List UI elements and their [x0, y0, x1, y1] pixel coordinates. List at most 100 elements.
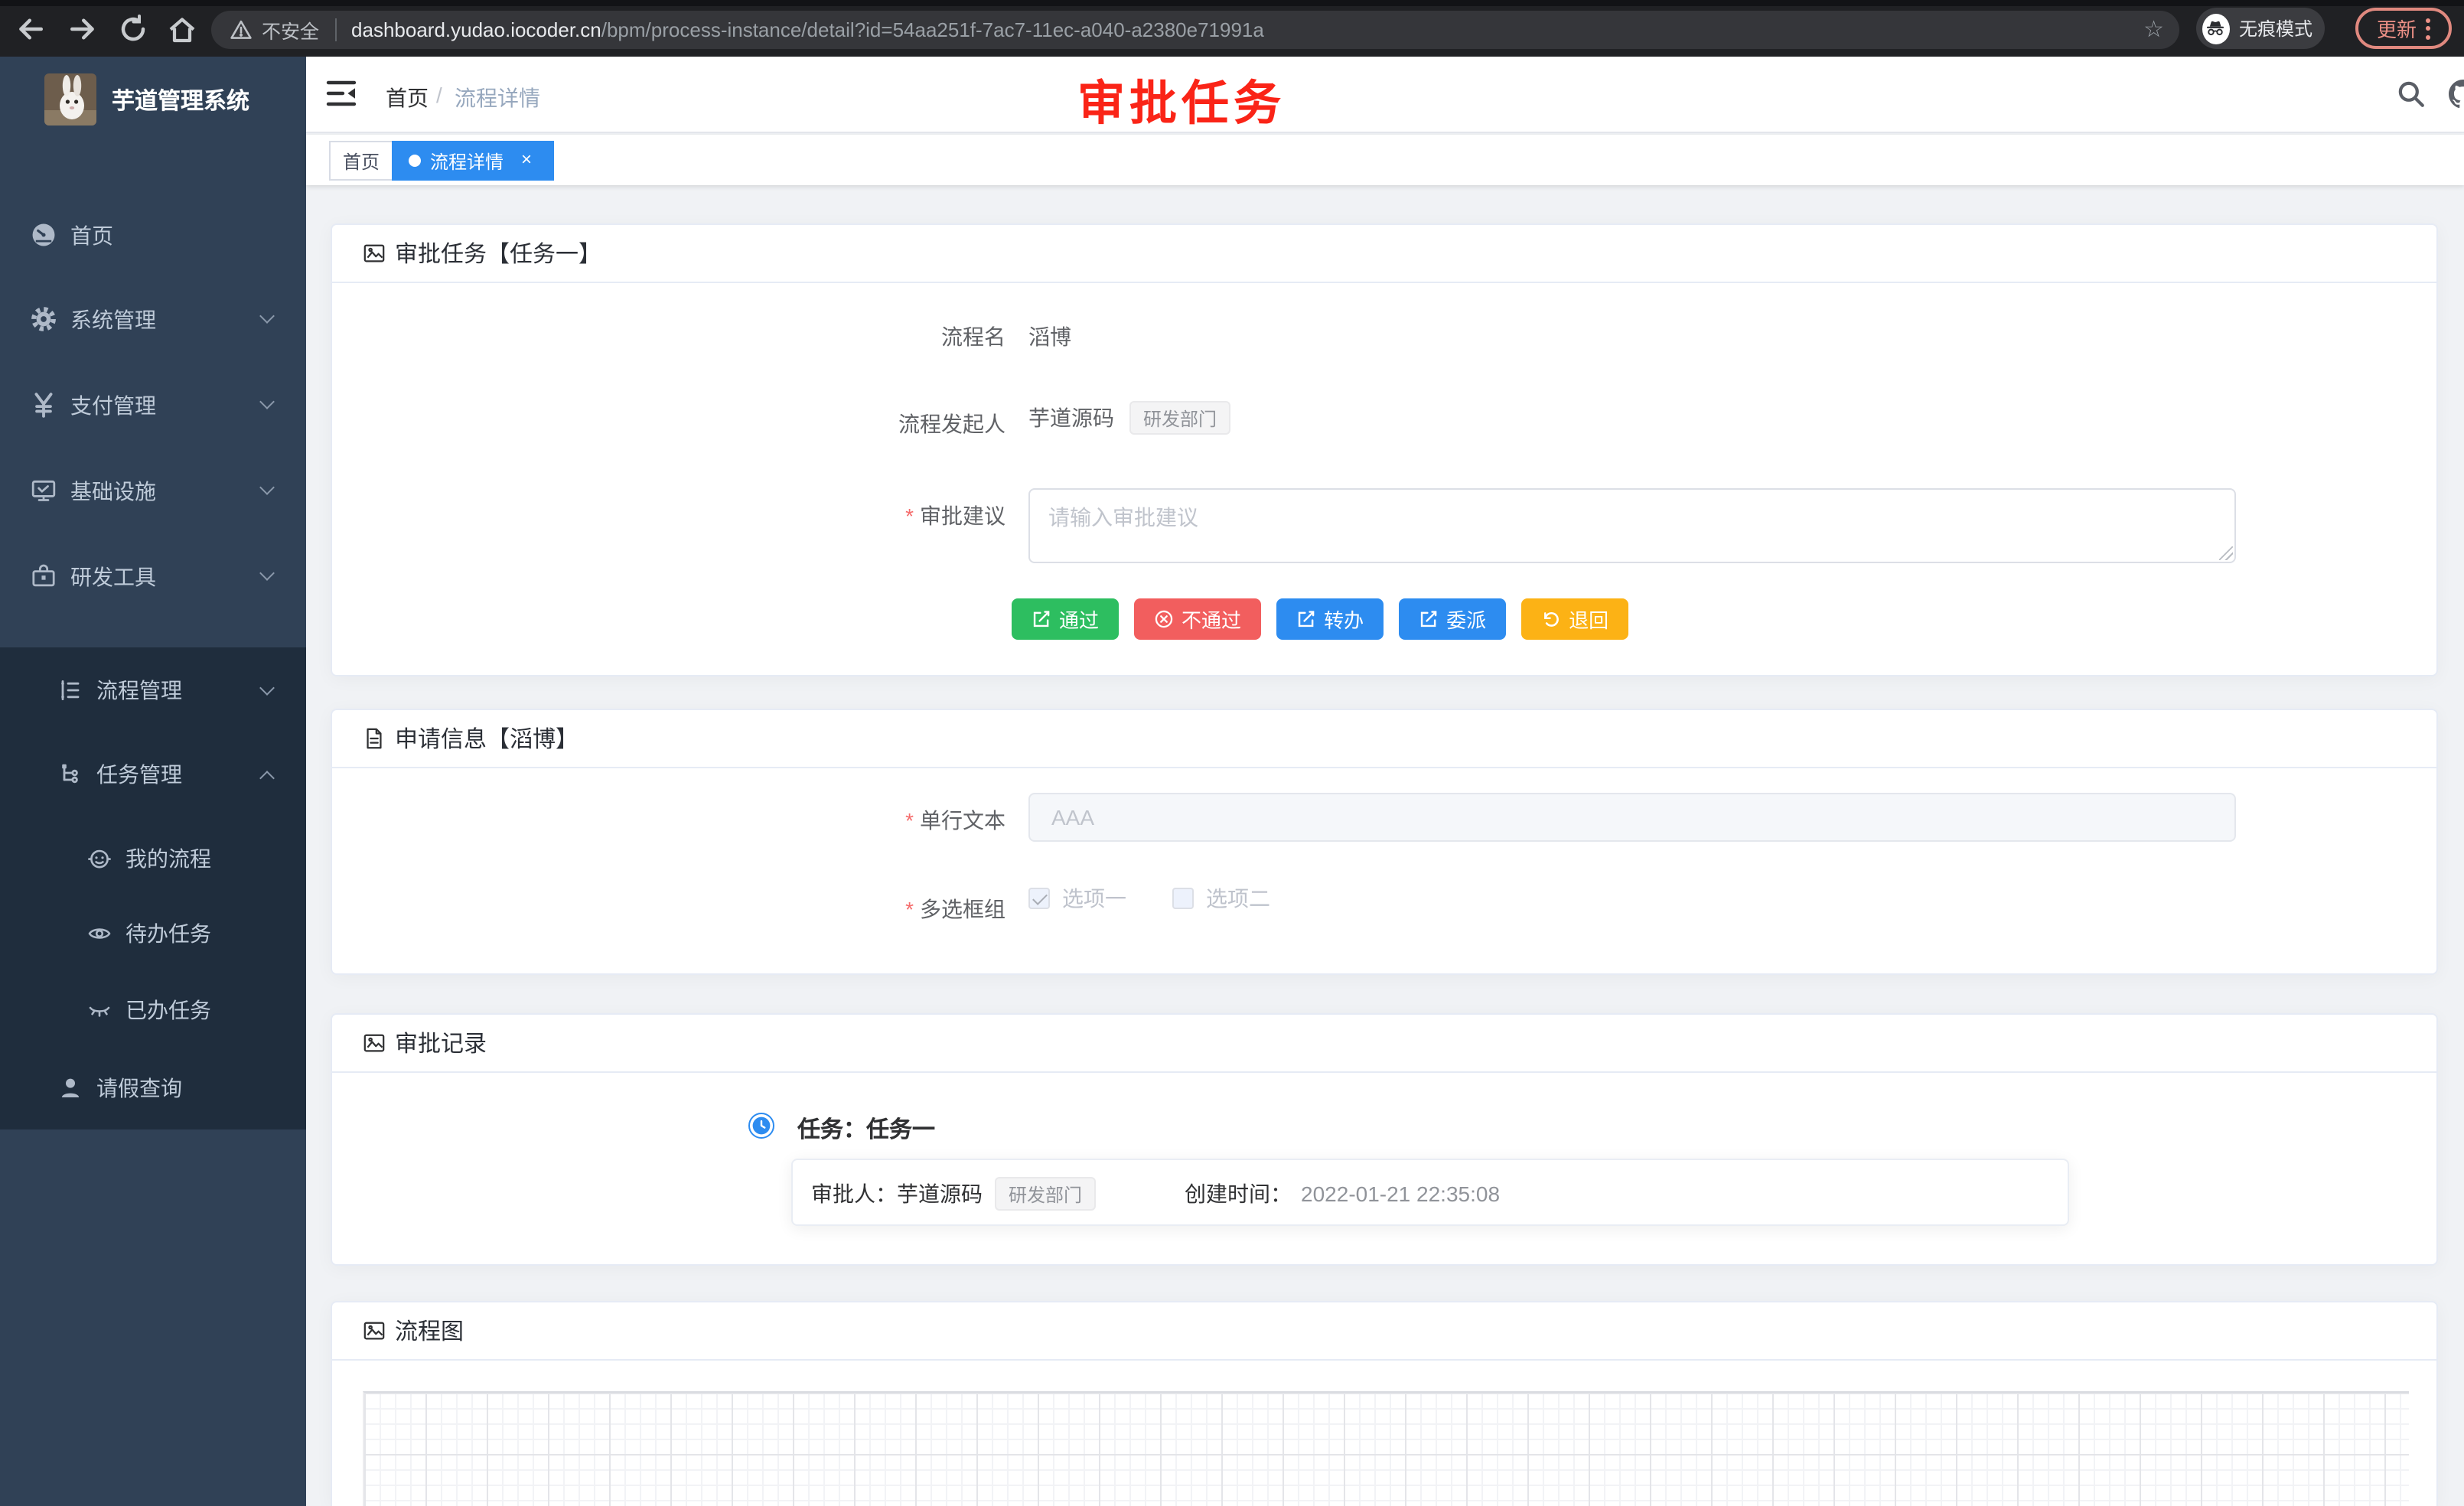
suggestion-textarea[interactable] — [1028, 488, 2236, 563]
tab-home[interactable]: 首页 — [329, 141, 393, 181]
breadcrumb-current: 流程详情 — [455, 83, 540, 113]
url-host: dashboard.yudao.iocoder.cn — [351, 18, 601, 41]
breadcrumb-home[interactable]: 首页 — [386, 83, 429, 113]
screen: 不安全 dashboard.yudao.iocoder.cn/bpm/proce… — [0, 0, 2464, 1506]
monitor-icon — [31, 478, 57, 504]
checkbox-group: 选项一 选项二 — [1028, 883, 1270, 914]
sidebar-item-label: 流程管理 — [96, 675, 182, 706]
browser-forward-icon[interactable] — [67, 14, 98, 44]
process-diagram-card: 流程图 — [331, 1301, 2438, 1506]
browser-update-menu-button[interactable]: 更新 — [2355, 8, 2452, 49]
incognito-icon — [2202, 13, 2230, 44]
application-info-card: 申请信息【滔博】 单行文本 多选框组 选项一 选项二 — [331, 709, 2438, 975]
sidebar-item-leave-query[interactable]: 请假查询 — [0, 1051, 306, 1125]
workflow-submenu: 流程管理 任务管理 我的流程 待办任务 — [0, 647, 306, 1130]
list-icon — [58, 678, 83, 702]
chevron-down-icon — [259, 394, 275, 409]
not-secure-label: 不安全 — [262, 15, 319, 44]
image-icon — [363, 1319, 386, 1342]
checkbox-label: 选项一 — [1062, 883, 1126, 914]
tags-view-bar: 首页 流程详情 × — [306, 135, 2464, 185]
sidebar-item-label: 研发工具 — [70, 561, 156, 592]
tab-close-icon[interactable]: × — [516, 150, 537, 171]
document-icon — [363, 727, 386, 750]
button-label: 退回 — [1569, 605, 1608, 634]
eye-icon — [87, 921, 112, 946]
record-detail-box: 审批人： 芋道源码 研发部门 创建时间： 2022-01-21 22:35:08 — [791, 1159, 2069, 1226]
browser-menu-kebab-icon — [2426, 18, 2430, 39]
process-diagram-card-header: 流程图 — [332, 1302, 2436, 1361]
url-path: /bpm/process-instance/detail?id=54aa251f… — [601, 18, 1264, 41]
approve-task-card: 审批任务【任务一】 流程名 滔博 流程发起人 芋道源码 研发部门 审批建议 通过… — [331, 223, 2438, 676]
sidebar-item-system[interactable]: 系统管理 — [0, 277, 306, 361]
approval-records-card: 审批记录 任务：任务一 审批人： 芋道源码 研发部门 创建时间： 2022-01… — [331, 1013, 2438, 1266]
approver-name: 芋道源码 — [897, 1178, 983, 1209]
sidebar-item-label: 任务管理 — [96, 759, 182, 790]
card-title: 审批任务【任务一】 — [395, 237, 601, 269]
edit-icon — [1419, 609, 1439, 629]
robot-icon — [87, 846, 112, 871]
browser-home-icon[interactable] — [167, 14, 197, 44]
field-label-single-text: 单行文本 — [608, 805, 1005, 836]
return-button[interactable]: 退回 — [1521, 598, 1628, 640]
create-time-label: 创建时间： — [1185, 1178, 1292, 1209]
card-title: 申请信息【滔博】 — [395, 722, 579, 755]
sidebar-item-process-mgmt[interactable]: 流程管理 — [0, 649, 306, 732]
sidebar-item-label: 首页 — [70, 220, 113, 250]
sidebar-item-label: 系统管理 — [70, 304, 156, 334]
sidebar-item-label: 已办任务 — [125, 995, 211, 1025]
undo-icon — [1541, 609, 1561, 629]
github-icon[interactable] — [2449, 80, 2464, 109]
sidebar-item-devtools[interactable]: 研发工具 — [0, 534, 306, 618]
bpmn-canvas-grid[interactable] — [363, 1391, 2409, 1506]
eye-closed-icon — [87, 998, 112, 1022]
sidebar-item-label: 我的流程 — [125, 843, 211, 874]
sidebar-item-home[interactable]: 首页 — [0, 193, 306, 277]
chevron-down-icon — [259, 566, 275, 581]
single-text-input[interactable] — [1028, 793, 2236, 842]
sidebar-item-payment[interactable]: 支付管理 — [0, 363, 306, 447]
toolbox-icon — [31, 563, 57, 589]
browser-toolbar: 不安全 dashboard.yudao.iocoder.cn/bpm/proce… — [0, 0, 2464, 57]
tab-process-detail[interactable]: 流程详情 × — [392, 141, 554, 181]
sidebar-item-infra[interactable]: 基础设施 — [0, 448, 306, 533]
breadcrumb-separator: / — [436, 83, 442, 107]
sidebar-item-my-process[interactable]: 我的流程 — [0, 822, 306, 895]
approve-actions: 通过 不通过 转办 委派 退回 — [1012, 598, 1628, 640]
dashboard-icon — [31, 222, 57, 248]
tree-icon — [58, 762, 83, 787]
approve-button[interactable]: 通过 — [1012, 598, 1119, 640]
browser-back-icon[interactable] — [15, 14, 46, 44]
dept-tag: 研发部门 — [1129, 401, 1230, 435]
bookmark-star-icon[interactable]: ☆ — [2143, 18, 2164, 41]
button-label: 通过 — [1059, 605, 1099, 634]
sidebar-item-label: 待办任务 — [125, 918, 211, 949]
button-label: 不通过 — [1181, 605, 1241, 634]
card-title: 审批记录 — [395, 1027, 487, 1059]
field-value-initiator: 芋道源码 — [1028, 403, 1114, 433]
textarea-resize-grip[interactable] — [2219, 546, 2233, 560]
dept-tag: 研发部门 — [995, 1177, 1096, 1211]
checkbox-option-1[interactable] — [1028, 888, 1050, 909]
active-tab-dot — [409, 155, 421, 167]
sidebar-logo-row[interactable]: 芋道管理系统 — [0, 66, 306, 133]
sidebar-item-label: 请假查询 — [96, 1073, 182, 1103]
sidebar-item-todo-tasks[interactable]: 待办任务 — [0, 897, 306, 970]
delegate-button[interactable]: 委派 — [1399, 598, 1506, 640]
chevron-down-icon — [259, 308, 275, 324]
browser-reload-icon[interactable] — [118, 14, 148, 44]
sidebar-item-done-tasks[interactable]: 已办任务 — [0, 973, 306, 1047]
checkbox-option-2[interactable] — [1172, 888, 1194, 909]
transfer-button[interactable]: 转办 — [1276, 598, 1384, 640]
reject-button[interactable]: 不通过 — [1134, 598, 1261, 640]
checkbox-label: 选项二 — [1206, 883, 1270, 914]
not-secure-warning-icon — [230, 18, 253, 41]
search-icon[interactable] — [2397, 80, 2426, 109]
field-label-suggestion: 审批建议 — [608, 500, 1005, 531]
address-bar[interactable]: 不安全 dashboard.yudao.iocoder.cn/bpm/proce… — [211, 11, 2179, 49]
update-label: 更新 — [2377, 14, 2417, 43]
incognito-label: 无痕模式 — [2239, 15, 2312, 41]
sidebar-collapse-icon[interactable] — [326, 80, 357, 107]
sidebar-item-task-mgmt[interactable]: 任务管理 — [0, 733, 306, 816]
button-label: 委派 — [1446, 605, 1486, 634]
